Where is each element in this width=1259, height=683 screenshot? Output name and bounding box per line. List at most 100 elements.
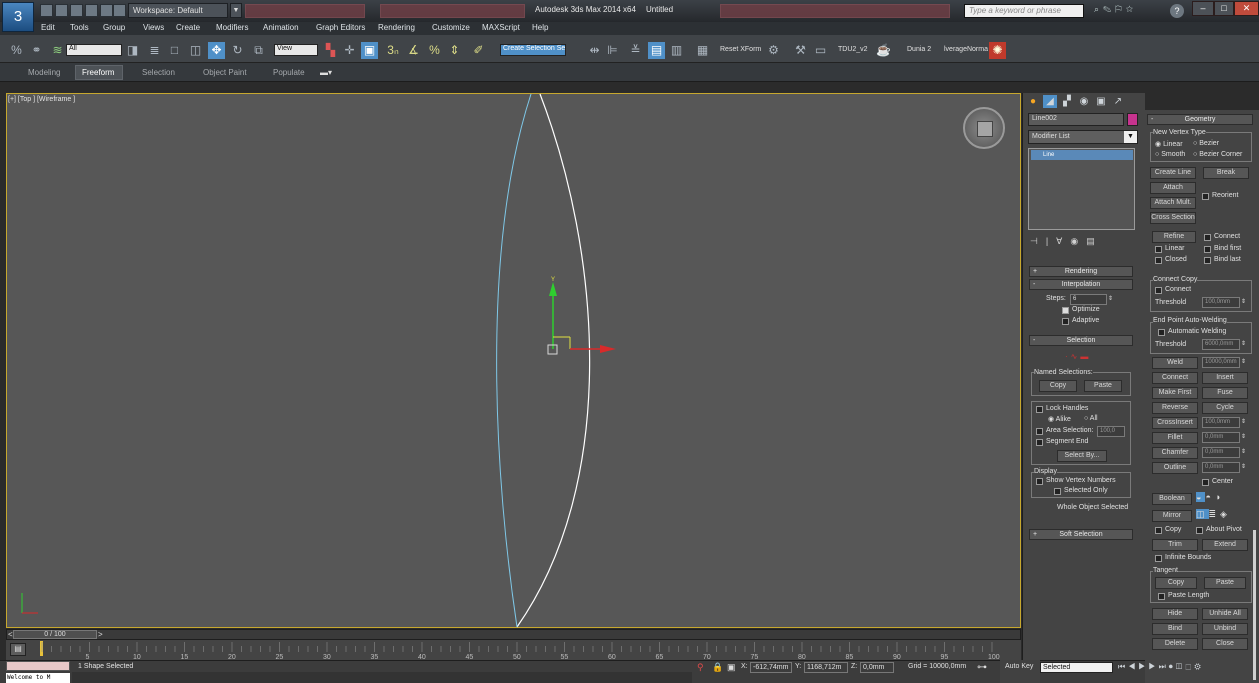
rollout-soft-selection[interactable]: + Soft Selection: [1029, 529, 1133, 540]
mirror-mode-icons[interactable]: ◫≣◈: [1196, 509, 1248, 522]
utilities-tab-icon[interactable]: ↗: [1111, 95, 1125, 108]
closed-checkbox[interactable]: [1155, 257, 1162, 264]
linear-radio[interactable]: ◉ Linear: [1155, 140, 1183, 148]
lock-handles-checkbox[interactable]: [1036, 406, 1043, 413]
all-radio[interactable]: ○ All: [1084, 415, 1098, 422]
bind-button[interactable]: Bind: [1152, 623, 1198, 635]
rollout-rendering[interactable]: + Rendering: [1029, 266, 1133, 277]
connect-checkbox[interactable]: [1204, 234, 1211, 241]
threshold-spinner[interactable]: 100,0mm: [1202, 297, 1240, 308]
chamfer-button[interactable]: Chamfer: [1152, 447, 1198, 459]
stack-tools-icons[interactable]: ⊣|∀◉▤: [1030, 236, 1130, 248]
modifier-stack[interactable]: [1028, 148, 1135, 230]
unhide-all-button[interactable]: Unhide All: [1202, 608, 1248, 620]
y-coord-field[interactable]: 1168,712m: [804, 662, 848, 673]
infocenter-icons[interactable]: ⌕✎⚐☆: [1094, 4, 1154, 18]
refine-linear-checkbox[interactable]: [1155, 246, 1162, 253]
viewcube[interactable]: [963, 107, 1005, 149]
stack-item-line[interactable]: Line: [1031, 150, 1133, 160]
crossinsert-spinner[interactable]: 100,0mm: [1202, 417, 1240, 428]
center-checkbox[interactable]: [1202, 479, 1209, 486]
maximize-button[interactable]: □: [1214, 1, 1234, 16]
smooth-radio[interactable]: ○ Smooth: [1155, 151, 1185, 158]
spinner-arrows-icon[interactable]: ⇕: [1241, 417, 1246, 428]
crossinsert-button[interactable]: CrossInsert: [1152, 417, 1198, 429]
refine-button[interactable]: Refine: [1152, 231, 1196, 243]
automatic-welding-checkbox[interactable]: [1158, 329, 1165, 336]
tangent-copy-button[interactable]: Copy: [1155, 577, 1197, 589]
time-next-icon[interactable]: >: [98, 630, 103, 639]
modify-tab-icon[interactable]: ◢: [1043, 95, 1057, 108]
boolean-button[interactable]: Boolean: [1152, 493, 1192, 505]
steps-spinner[interactable]: 6: [1070, 294, 1107, 305]
gizmo-x-arrow[interactable]: [600, 345, 616, 353]
selected-only-checkbox[interactable]: [1054, 488, 1061, 495]
subobject-level-icons[interactable]: ·∿▬: [1065, 352, 1105, 361]
optimize-checkbox[interactable]: [1062, 307, 1069, 314]
panel-scrollbar[interactable]: [1253, 530, 1256, 680]
cross-section-button[interactable]: Cross Section: [1150, 212, 1196, 224]
minimize-button[interactable]: –: [1192, 1, 1214, 16]
x-coord-field[interactable]: -612,74mm: [750, 662, 792, 673]
bind-first-checkbox[interactable]: [1204, 246, 1211, 253]
welding-threshold-spinner[interactable]: 6000,0mm: [1202, 339, 1240, 350]
display-tab-icon[interactable]: ▣: [1094, 95, 1108, 108]
key-selection-dropdown[interactable]: Selected: [1040, 662, 1113, 673]
attach-mult-button[interactable]: Attach Mult.: [1150, 197, 1196, 209]
spinner-arrows-icon[interactable]: ⇕: [1108, 294, 1113, 305]
create-line-button[interactable]: Create Line: [1150, 167, 1196, 179]
isolate-selection-icon[interactable]: ⚲: [697, 662, 704, 673]
time-slider-thumb[interactable]: 0 / 100: [13, 630, 97, 639]
fuse-button[interactable]: Fuse: [1202, 387, 1248, 399]
time-prev-icon[interactable]: <: [8, 630, 13, 639]
alike-radio[interactable]: ◉ Alike: [1048, 415, 1071, 423]
cycle-button[interactable]: Cycle: [1202, 402, 1248, 414]
modifier-list-dropdown[interactable]: Modifier List: [1028, 130, 1138, 144]
fillet-button[interactable]: Fillet: [1152, 432, 1198, 444]
outline-spinner[interactable]: 0,0mm: [1202, 462, 1240, 473]
close-button[interactable]: ✕: [1234, 1, 1259, 16]
attach-button[interactable]: Attach: [1150, 182, 1196, 194]
z-coord-field[interactable]: 0,0mm: [860, 662, 894, 673]
spinner-arrows-icon[interactable]: ⇕: [1241, 432, 1246, 443]
unbind-button[interactable]: Unbind: [1202, 623, 1248, 635]
trim-button[interactable]: Trim: [1152, 539, 1198, 551]
spinner-arrows-icon[interactable]: ⇕: [1241, 447, 1246, 458]
tangent-paste-button[interactable]: Paste: [1204, 577, 1246, 589]
object-color-swatch[interactable]: [1127, 113, 1138, 126]
delete-button[interactable]: Delete: [1152, 638, 1198, 650]
maxscript-listener-output[interactable]: Welcome to M: [6, 673, 70, 683]
maxscript-mini-listener[interactable]: [6, 661, 70, 671]
viewcube-face[interactable]: [977, 121, 993, 137]
hide-button[interactable]: Hide: [1152, 608, 1198, 620]
spline-shape-edge[interactable]: [496, 93, 532, 628]
show-vertex-numbers-checkbox[interactable]: [1036, 478, 1043, 485]
bezier-corner-radio[interactable]: ○ Bezier Corner: [1193, 151, 1242, 158]
connect-button[interactable]: Connect: [1152, 372, 1198, 384]
weld-button[interactable]: Weld: [1152, 357, 1198, 369]
about-pivot-checkbox[interactable]: [1196, 527, 1203, 534]
rollout-selection[interactable]: - Selection: [1029, 335, 1133, 346]
help-icon[interactable]: ?: [1170, 4, 1184, 18]
outline-button[interactable]: Outline: [1152, 462, 1198, 474]
fillet-spinner[interactable]: 0,0mm: [1202, 432, 1240, 443]
extend-button[interactable]: Extend: [1202, 539, 1248, 551]
break-button[interactable]: Break: [1203, 167, 1249, 179]
named-paste-button[interactable]: Paste: [1084, 380, 1122, 392]
infinite-bounds-checkbox[interactable]: [1155, 555, 1162, 562]
bezier-radio[interactable]: ○ Bezier: [1193, 140, 1219, 147]
absolute-mode-icon[interactable]: ▣: [727, 662, 736, 673]
make-first-button[interactable]: Make First: [1152, 387, 1198, 399]
area-selection-spinner[interactable]: 100,0: [1097, 426, 1125, 437]
insert-button[interactable]: Insert: [1202, 372, 1248, 384]
adaptive-checkbox[interactable]: [1062, 318, 1069, 325]
boolean-mode-icons[interactable]: ◒◓◑: [1196, 492, 1248, 505]
spinner-arrows-icon[interactable]: ⇕: [1241, 462, 1246, 473]
create-tab-icon[interactable]: ●: [1026, 95, 1040, 108]
lock-selection-icon[interactable]: 🔒: [712, 662, 723, 673]
playback-controls[interactable]: ⏮◀▶▶⏭⏺◫⬚⚙: [1118, 662, 1256, 674]
spinner-arrows-icon[interactable]: ⇕: [1241, 357, 1246, 368]
chamfer-spinner[interactable]: 0,0mm: [1202, 447, 1240, 458]
weld-spinner[interactable]: 10000,0mm: [1202, 357, 1240, 368]
application-button[interactable]: 3: [2, 2, 34, 32]
